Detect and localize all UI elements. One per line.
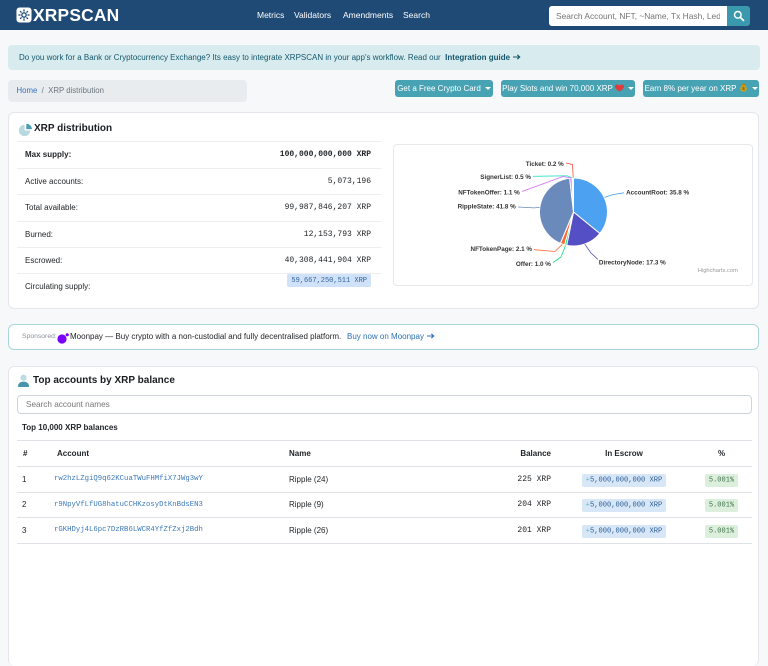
svg-text:Highcharts.com: Highcharts.com: [698, 268, 738, 274]
svg-text:RippleState: 41.8 %: RippleState: 41.8 %: [458, 204, 516, 211]
svg-text:DirectoryNode: 17.3 %: DirectoryNode: 17.3 %: [599, 259, 666, 266]
svg-text:Offer: 1.0 %: Offer: 1.0 %: [516, 261, 551, 268]
svg-text:$: $: [742, 86, 745, 92]
svg-text:NFTokenPage: 2.1 %: NFTokenPage: 2.1 %: [471, 246, 533, 253]
svg-text:AccountRoot: 35.8 %: AccountRoot: 35.8 %: [626, 189, 689, 196]
svg-text:NFTokenOffer: 1.1 %: NFTokenOffer: 1.1 %: [458, 189, 520, 196]
svg-text:Ticket: 0.2 %: Ticket: 0.2 %: [526, 161, 564, 168]
svg-text:SignerList: 0.5 %: SignerList: 0.5 %: [480, 174, 531, 181]
